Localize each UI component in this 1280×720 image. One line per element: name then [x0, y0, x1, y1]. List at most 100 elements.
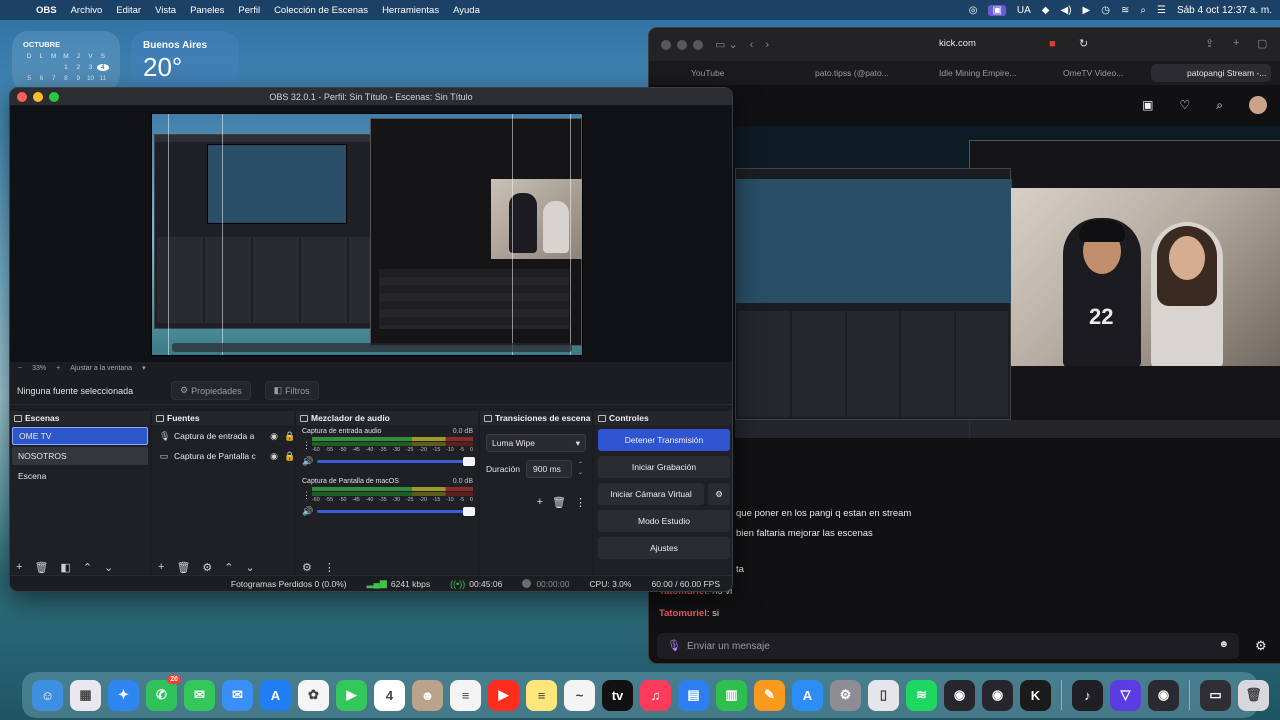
spotlight-search-icon[interactable]: ⌕: [1140, 5, 1146, 16]
control-center-icon[interactable]: ☰: [1157, 5, 1166, 16]
menu-app-name[interactable]: OBS: [36, 5, 57, 16]
weather-widget[interactable]: Buenos Aires 20°: [131, 31, 239, 91]
youtube-icon[interactable]: ▶: [488, 679, 519, 711]
move-down-chevron-icon[interactable]: ⌄: [104, 561, 113, 574]
start-recording-button[interactable]: Iniciar Grabación: [598, 456, 730, 478]
zoom-in-button[interactable]: +: [56, 365, 60, 372]
move-up-chevron-icon[interactable]: ⌃: [83, 561, 92, 574]
finder-icon[interactable]: ☺: [32, 679, 63, 711]
camera-in-use-icon[interactable]: ■: [1049, 38, 1056, 50]
duration-input[interactable]: 900 ms: [526, 460, 573, 478]
share-icon[interactable]: ⇪: [1205, 37, 1214, 50]
freeform-icon[interactable]: ~: [564, 679, 595, 711]
launchpad-icon[interactable]: ▦: [70, 679, 101, 711]
calendar-widget[interactable]: OCTUBRE D L M M J V S 1 2 3 4 5 6 7 8 9 …: [12, 31, 120, 91]
reminders-icon[interactable]: ≡: [450, 679, 481, 711]
obs-icon[interactable]: ◉: [944, 679, 975, 711]
obs-preview-area[interactable]: [10, 106, 732, 362]
remove-source-trash-icon[interactable]: 🗑: [176, 561, 190, 574]
volume-icon[interactable]: ◀): [1061, 5, 1072, 16]
add-scene-button[interactable]: +: [16, 561, 22, 573]
source-item-screen-capture[interactable]: ▭ Captura de Pantalla c ◉ 🔒: [152, 447, 295, 465]
tab-youtube[interactable]: YouTube: [655, 64, 775, 82]
numbers-icon[interactable]: ▥: [716, 679, 747, 711]
avatar[interactable]: [1249, 96, 1267, 114]
new-tab-icon[interactable]: +: [1233, 37, 1239, 49]
chat-username[interactable]: Tatomuriel: [659, 608, 707, 619]
follow-heart-icon[interactable]: ♡: [1180, 98, 1191, 112]
sidebar-toggle-icon[interactable]: ▭ ⌄: [715, 38, 738, 51]
chevron-down-icon[interactable]: ▾: [142, 364, 146, 372]
proton-vpn-icon[interactable]: ▽: [1110, 679, 1141, 711]
add-transition-icon[interactable]: +: [537, 496, 543, 509]
mail-icon[interactable]: ✉: [222, 679, 253, 711]
tab-overview-icon[interactable]: ▢: [1257, 37, 1267, 50]
volume-slider[interactable]: [317, 507, 475, 516]
properties-button[interactable]: ⚙ Propiedades: [171, 381, 251, 400]
safari-icon[interactable]: ✦: [108, 679, 139, 711]
trash-icon[interactable]: 🗑: [1238, 679, 1269, 711]
calendar-icon[interactable]: 4: [374, 679, 405, 711]
minimize-button[interactable]: [33, 91, 43, 102]
clock-icon[interactable]: ◷: [1101, 5, 1110, 16]
obs-2-icon[interactable]: ◉: [982, 679, 1013, 711]
studio-mode-button[interactable]: Modo Estudio: [598, 510, 730, 532]
volume-slider-knob[interactable]: [463, 507, 475, 516]
notes-icon[interactable]: ≡: [526, 679, 557, 711]
screen-record-icon[interactable]: ▣: [988, 4, 1006, 16]
move-down-chevron-icon[interactable]: ⌄: [246, 561, 255, 574]
menu-archivo[interactable]: Archivo: [71, 5, 103, 16]
site-search-icon[interactable]: ⌕: [1216, 98, 1223, 113]
tab-idle-mining[interactable]: Idle Mining Empire...: [903, 64, 1023, 82]
mixer-menu-icon[interactable]: ⋮: [324, 561, 335, 574]
input-source-label[interactable]: UA: [1017, 5, 1031, 16]
transition-menu-icon[interactable]: ⋮: [575, 496, 586, 509]
channel-menu-icon[interactable]: ⋮: [302, 491, 311, 500]
menu-coleccion-escenas[interactable]: Colección de Escenas: [274, 5, 368, 16]
menu-vista[interactable]: Vista: [155, 5, 176, 16]
facetime-icon[interactable]: ▶: [336, 679, 367, 711]
spotify-icon[interactable]: ≋: [906, 679, 937, 711]
lock-icon[interactable]: 🔒: [284, 431, 295, 442]
clips-icon[interactable]: ▣: [1142, 98, 1153, 112]
photos-icon[interactable]: ✿: [298, 679, 329, 711]
now-playing-icon[interactable]: ▶: [1083, 5, 1091, 16]
fit-to-window-label[interactable]: Ajustar a la ventana: [70, 365, 132, 372]
filters-button[interactable]: ◧ Filtros: [264, 381, 319, 400]
volume-slider-knob[interactable]: [463, 457, 475, 466]
microphone-icon[interactable]: 🎙: [667, 639, 681, 652]
menu-paneles[interactable]: Paneles: [190, 5, 224, 16]
stream-video-player[interactable]: 22: [735, 126, 1280, 438]
iphone-mirroring-icon[interactable]: ▯: [868, 679, 899, 711]
piano-icon[interactable]: ♪: [1072, 679, 1103, 711]
scene-item-escena[interactable]: Escena: [12, 467, 148, 485]
minimize-button[interactable]: [677, 39, 687, 50]
messages-icon[interactable]: ✉: [184, 679, 215, 711]
proton-vpn-menu-icon[interactable]: ◆: [1042, 5, 1050, 16]
wifi-icon[interactable]: ≋: [1121, 5, 1129, 16]
scene-filters-icon[interactable]: ◧: [60, 561, 70, 574]
menu-ayuda[interactable]: Ayuda: [453, 5, 480, 16]
app-store-icon[interactable]: A: [260, 679, 291, 711]
chat-settings-gear-icon[interactable]: ⚙: [1255, 638, 1267, 654]
music-icon[interactable]: ♫: [640, 679, 671, 711]
transition-select[interactable]: Luma Wipe ▾: [486, 434, 586, 452]
scene-item-ome-tv[interactable]: OME TV: [12, 427, 148, 445]
emoji-icon[interactable]: ☻: [1218, 639, 1229, 650]
menu-perfil[interactable]: Perfil: [238, 5, 260, 16]
visibility-eye-icon[interactable]: ◉: [269, 451, 279, 462]
speaker-icon[interactable]: 🔊: [302, 506, 313, 517]
source-properties-gear-icon[interactable]: ⚙: [202, 561, 212, 574]
tab-pato-tipss[interactable]: pato.tipss (@pato...: [779, 64, 899, 82]
screen-share-icon[interactable]: ◎: [969, 5, 978, 16]
speaker-icon[interactable]: 🔊: [302, 456, 313, 467]
remove-transition-trash-icon[interactable]: 🗑: [552, 496, 566, 509]
virtual-camera-gear-icon[interactable]: ⚙: [708, 483, 730, 505]
duration-stepper[interactable]: ⌃ ⌄: [578, 461, 583, 477]
reload-icon[interactable]: ↻: [1079, 37, 1088, 50]
channel-menu-icon[interactable]: ⋮: [302, 441, 311, 450]
volume-slider[interactable]: [317, 457, 475, 466]
apple-tv-icon[interactable]: tv: [602, 679, 633, 711]
mixer-settings-gear-icon[interactable]: ⚙: [302, 561, 312, 574]
menu-editar[interactable]: Editar: [116, 5, 141, 16]
